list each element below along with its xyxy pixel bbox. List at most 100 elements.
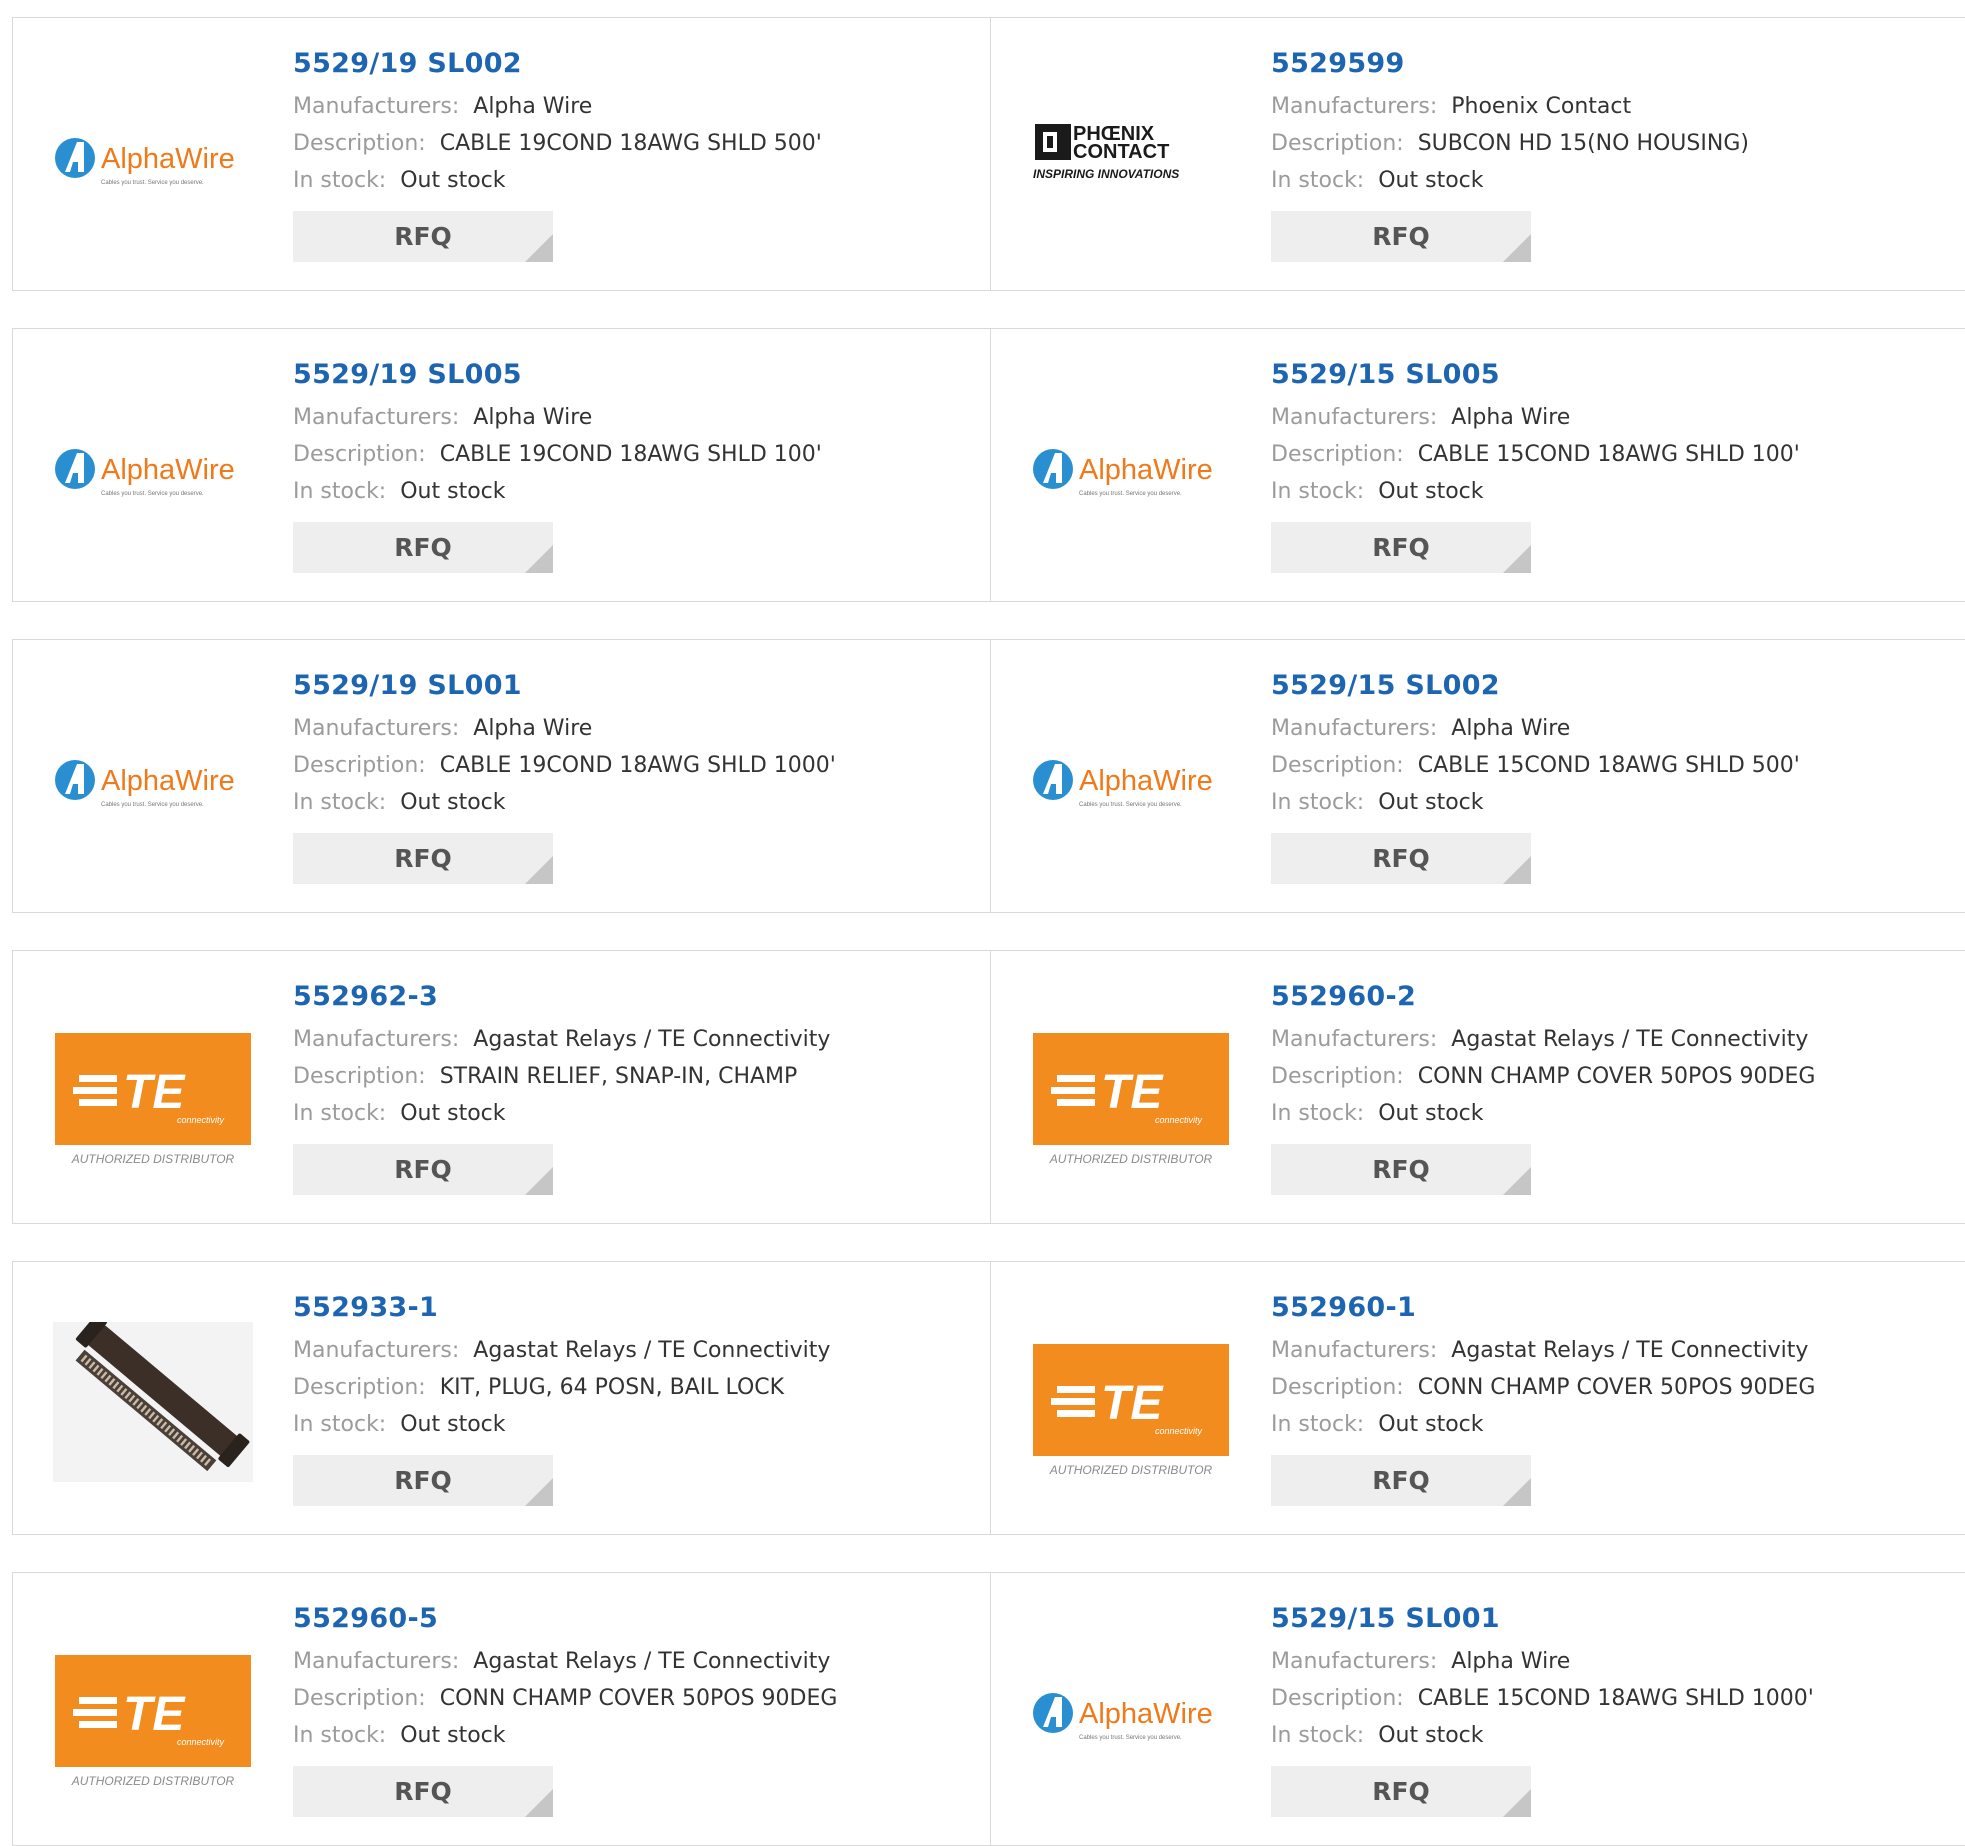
- manufacturers-label: Manufacturers:: [1271, 405, 1438, 430]
- manufacturer-line: Manufacturers: Agastat Relays / TE Connec…: [293, 1021, 953, 1058]
- manufacturer-value: Phoenix Contact: [1451, 94, 1632, 119]
- manufacturers-label: Manufacturers:: [293, 1649, 460, 1674]
- rfq-button[interactable]: RFQ: [293, 833, 553, 884]
- rfq-button[interactable]: RFQ: [1271, 1455, 1531, 1506]
- description-label: Description:: [1271, 1064, 1404, 1089]
- part-number-link[interactable]: 5529/19 SL002: [293, 46, 953, 82]
- te-wordmark: TE: [123, 1688, 186, 1741]
- rfq-button[interactable]: RFQ: [293, 522, 553, 573]
- product-info: 5529/19 SL005 Manufacturers: Alpha Wire D…: [293, 357, 953, 573]
- te-subtitle: connectivity: [177, 1115, 225, 1125]
- product-card: TE connectivity AUTHORIZED DISTRIBUTOR 552…: [990, 1262, 1965, 1534]
- manufacturer-logo: TE connectivity AUTHORIZED DISTRIBUTOR: [53, 1633, 253, 1793]
- rfq-button[interactable]: RFQ: [293, 1766, 553, 1817]
- stock-value: Out stock: [1378, 1723, 1484, 1748]
- product-card: TE connectivity AUTHORIZED DISTRIBUTOR 552…: [13, 1573, 990, 1845]
- rfq-button[interactable]: RFQ: [293, 1144, 553, 1195]
- product-card: AlphaWire Cables you trust. Service you d…: [990, 1573, 1965, 1845]
- part-number-link[interactable]: 552960-2: [1271, 979, 1931, 1015]
- stock-line: In stock: Out stock: [293, 784, 953, 821]
- part-number-link[interactable]: 5529599: [1271, 46, 1931, 82]
- product-card: TE connectivity AUTHORIZED DISTRIBUTOR 552…: [13, 951, 990, 1223]
- description-value: KIT, PLUG, 64 POSN, BAIL LOCK: [439, 1375, 785, 1400]
- part-number-link[interactable]: 552933-1: [293, 1290, 953, 1326]
- manufacturer-line: Manufacturers: Agastat Relays / TE Connec…: [1271, 1332, 1931, 1369]
- alphawire-wordmark: AlphaWire: [101, 143, 235, 175]
- rfq-label: RFQ: [394, 844, 452, 873]
- rfq-label: RFQ: [1372, 533, 1430, 562]
- product-row: TE connectivity AUTHORIZED DISTRIBUTOR 552…: [12, 950, 1965, 1224]
- description-value: CABLE 19COND 18AWG SHLD 500': [439, 131, 822, 156]
- description-line: Description: KIT, PLUG, 64 POSN, BAIL LOC…: [293, 1369, 953, 1406]
- part-number-link[interactable]: 5529/15 SL001: [1271, 1601, 1931, 1637]
- product-info: 5529/15 SL002 Manufacturers: Alpha Wire D…: [1271, 668, 1931, 884]
- rfq-button[interactable]: RFQ: [1271, 211, 1531, 262]
- alphawire-wordmark: AlphaWire: [1079, 454, 1213, 486]
- rfq-button[interactable]: RFQ: [1271, 522, 1531, 573]
- description-line: Description: CABLE 19COND 18AWG SHLD 100': [293, 436, 953, 473]
- product-info: 552960-1 Manufacturers: Agastat Relays / …: [1271, 1290, 1931, 1506]
- manufacturer-value: Alpha Wire: [1451, 405, 1571, 430]
- rfq-button[interactable]: RFQ: [1271, 833, 1531, 884]
- rfq-corner-decoration: [1503, 1167, 1531, 1195]
- description-label: Description:: [293, 1686, 426, 1711]
- manufacturer-value: Agastat Relays / TE Connectivity: [473, 1027, 831, 1052]
- part-number-link[interactable]: 5529/15 SL002: [1271, 668, 1931, 704]
- rfq-label: RFQ: [394, 1155, 452, 1184]
- description-line: Description: SUBCON HD 15(NO HOUSING): [1271, 125, 1931, 162]
- manufacturer-logo: TE connectivity AUTHORIZED DISTRIBUTOR: [53, 1011, 253, 1171]
- part-number-link[interactable]: 552962-3: [293, 979, 953, 1015]
- stock-value: Out stock: [400, 1723, 506, 1748]
- phoenix-tagline: INSPIRING INNOVATIONS: [1033, 167, 1179, 181]
- te-connectivity-logo: TEconnectivity AUTHORIZED DISTRIBUTOR: [1033, 1344, 1229, 1477]
- rfq-label: RFQ: [394, 222, 452, 251]
- description-value: CABLE 19COND 18AWG SHLD 100': [439, 442, 822, 467]
- product-row: 552933-1 Manufacturers: Agastat Relays / …: [12, 1261, 1965, 1535]
- rfq-button[interactable]: RFQ: [1271, 1766, 1531, 1817]
- description-label: Description:: [293, 1375, 426, 1400]
- manufacturers-label: Manufacturers:: [293, 716, 460, 741]
- stock-line: In stock: Out stock: [1271, 473, 1931, 510]
- rfq-label: RFQ: [1372, 1155, 1430, 1184]
- manufacturer-line: Manufacturers: Alpha Wire: [1271, 1643, 1931, 1680]
- manufacturers-label: Manufacturers:: [1271, 1649, 1438, 1674]
- rfq-label: RFQ: [1372, 1777, 1430, 1806]
- description-line: Description: CONN CHAMP COVER 50POS 90DEG: [1271, 1369, 1931, 1406]
- rfq-button[interactable]: RFQ: [1271, 1144, 1531, 1195]
- rfq-label: RFQ: [394, 533, 452, 562]
- rfq-button[interactable]: RFQ: [293, 1455, 553, 1506]
- te-authorized-distributor-caption: AUTHORIZED DISTRIBUTOR: [1049, 1152, 1213, 1166]
- product-info: 5529/19 SL002 Manufacturers: Alpha Wire D…: [293, 46, 953, 262]
- stock-line: In stock: Out stock: [293, 1717, 953, 1754]
- description-value: STRAIN RELIEF, SNAP-IN, CHAMP: [439, 1064, 798, 1089]
- stock-line: In stock: Out stock: [1271, 162, 1931, 199]
- manufacturers-label: Manufacturers:: [293, 1338, 460, 1363]
- stock-value: Out stock: [400, 479, 506, 504]
- rfq-button[interactable]: RFQ: [293, 211, 553, 262]
- description-value: CABLE 15COND 18AWG SHLD 100': [1417, 442, 1800, 467]
- manufacturers-label: Manufacturers:: [1271, 1338, 1438, 1363]
- product-info: 5529/15 SL001 Manufacturers: Alpha Wire D…: [1271, 1601, 1931, 1817]
- part-number-link[interactable]: 5529/15 SL005: [1271, 357, 1931, 393]
- alphawire-logo: AlphaWire Cables you trust. Service you d…: [1033, 1693, 1213, 1741]
- part-number-link[interactable]: 5529/19 SL001: [293, 668, 953, 704]
- rfq-corner-decoration: [525, 1789, 553, 1817]
- manufacturer-logo: PHŒNIX CONTACT INSPIRING INNOVATIONS: [1031, 78, 1231, 238]
- in-stock-label: In stock:: [293, 1723, 387, 1748]
- part-number-link[interactable]: 5529/19 SL005: [293, 357, 953, 393]
- manufacturers-label: Manufacturers:: [293, 405, 460, 430]
- manufacturers-label: Manufacturers:: [293, 1027, 460, 1052]
- rfq-corner-decoration: [525, 1167, 553, 1195]
- stock-line: In stock: Out stock: [1271, 784, 1931, 821]
- product-card: TE connectivity AUTHORIZED DISTRIBUTOR 552…: [990, 951, 1965, 1223]
- description-label: Description:: [293, 442, 426, 467]
- in-stock-label: In stock:: [1271, 1723, 1365, 1748]
- manufacturer-line: Manufacturers: Agastat Relays / TE Connec…: [293, 1643, 953, 1680]
- product-card: 552933-1 Manufacturers: Agastat Relays / …: [13, 1262, 990, 1534]
- manufacturer-value: Alpha Wire: [1451, 716, 1571, 741]
- stock-value: Out stock: [400, 168, 506, 193]
- description-value: CABLE 15COND 18AWG SHLD 500': [1417, 753, 1800, 778]
- part-number-link[interactable]: 552960-5: [293, 1601, 953, 1637]
- product-card: AlphaWire Cables you trust. Service you d…: [990, 329, 1965, 601]
- part-number-link[interactable]: 552960-1: [1271, 1290, 1931, 1326]
